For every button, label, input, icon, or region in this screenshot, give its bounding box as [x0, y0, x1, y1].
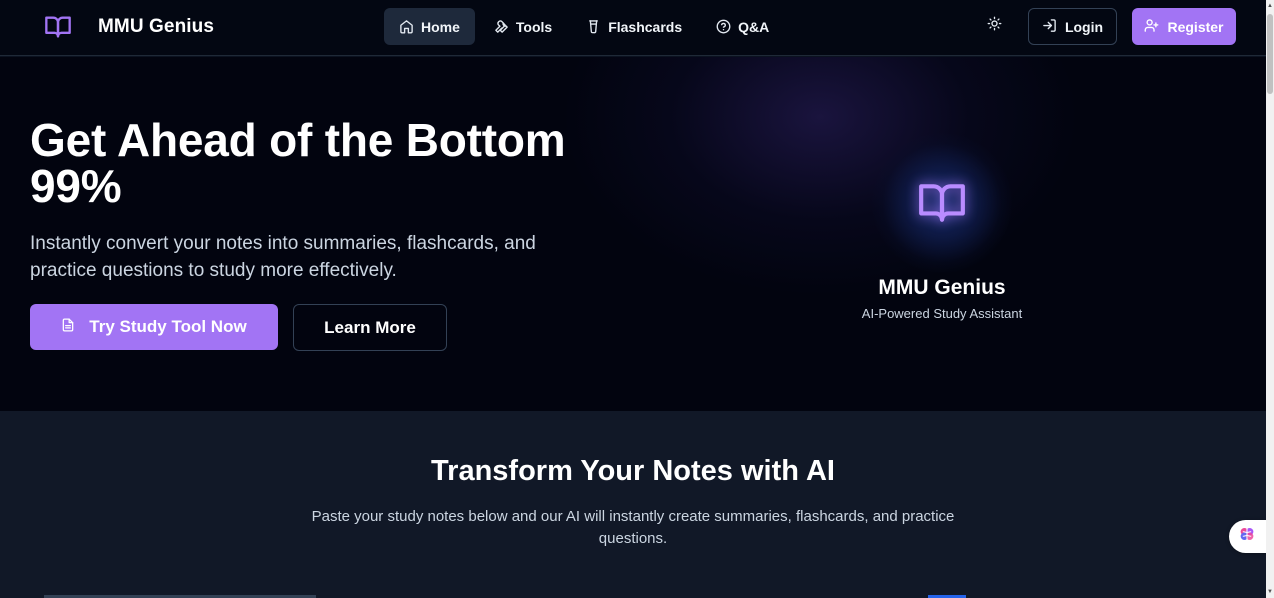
learn-more-button[interactable]: Learn More — [293, 304, 447, 351]
navbar: MMU Genius Home Tools Flashcards Q&A Log… — [0, 0, 1266, 56]
brain-icon — [1238, 525, 1256, 548]
wrench-icon — [494, 19, 509, 34]
brand-name: MMU Genius — [98, 16, 215, 37]
register-label: Register — [1167, 18, 1224, 35]
help-circle-icon — [716, 19, 731, 34]
sun-icon — [987, 16, 1002, 36]
theme-toggle-button[interactable] — [978, 10, 1010, 42]
transform-title: Transform Your Notes with AI — [431, 455, 835, 487]
log-in-icon — [1042, 18, 1057, 36]
login-button[interactable]: Login — [1028, 8, 1117, 45]
hero-subtitle: Instantly convert your notes into summar… — [30, 233, 536, 281]
transform-description: Paste your study notes below and our AI … — [311, 508, 955, 547]
scroll-up-arrow-icon[interactable]: ▲ — [1267, 3, 1273, 9]
flashcard-icon — [586, 19, 601, 34]
nav-tools[interactable]: Tools — [479, 8, 567, 45]
book-open-icon — [916, 177, 968, 229]
hero-logo-name: MMU Genius — [878, 276, 1006, 299]
register-button[interactable]: Register — [1132, 8, 1236, 45]
home-icon — [399, 19, 414, 34]
hero-title: Get Ahead of the Bottom 99% — [30, 114, 566, 212]
user-plus-icon — [1144, 18, 1159, 36]
try-study-tool-button[interactable]: Try Study Tool Now — [30, 304, 278, 350]
nav-flashcards[interactable]: Flashcards — [571, 8, 697, 45]
nav-flashcards-label: Flashcards — [608, 18, 683, 35]
brand[interactable]: MMU Genius — [44, 13, 214, 41]
ai-assistant-button[interactable] — [1229, 520, 1266, 553]
file-text-icon — [61, 317, 75, 337]
main-nav: Home Tools Flashcards Q&A — [384, 8, 784, 45]
try-study-tool-label: Try Study Tool Now — [89, 317, 247, 336]
page: MMU Genius Home Tools Flashcards Q&A Log… — [0, 0, 1274, 598]
hero-section: Get Ahead of the Bottom 99% Instantly co… — [0, 57, 1266, 411]
nav-qa[interactable]: Q&A — [701, 8, 784, 45]
scroll-down-arrow-icon[interactable]: ▼ — [1267, 589, 1273, 595]
book-open-icon — [44, 13, 72, 41]
login-label: Login — [1064, 18, 1104, 35]
hero-logo-tagline: AI-Powered Study Assistant — [861, 306, 1023, 321]
nav-tools-label: Tools — [515, 18, 553, 35]
page-scrollbar[interactable]: ▲ ▼ — [1266, 0, 1274, 598]
nav-qa-label: Q&A — [738, 18, 770, 35]
transform-section: Transform Your Notes with AI Paste your … — [0, 411, 1266, 598]
nav-home-label: Home — [421, 18, 460, 35]
learn-more-label: Learn More — [324, 317, 416, 337]
scroll-thumb[interactable] — [1267, 14, 1273, 94]
nav-home[interactable]: Home — [384, 8, 475, 45]
